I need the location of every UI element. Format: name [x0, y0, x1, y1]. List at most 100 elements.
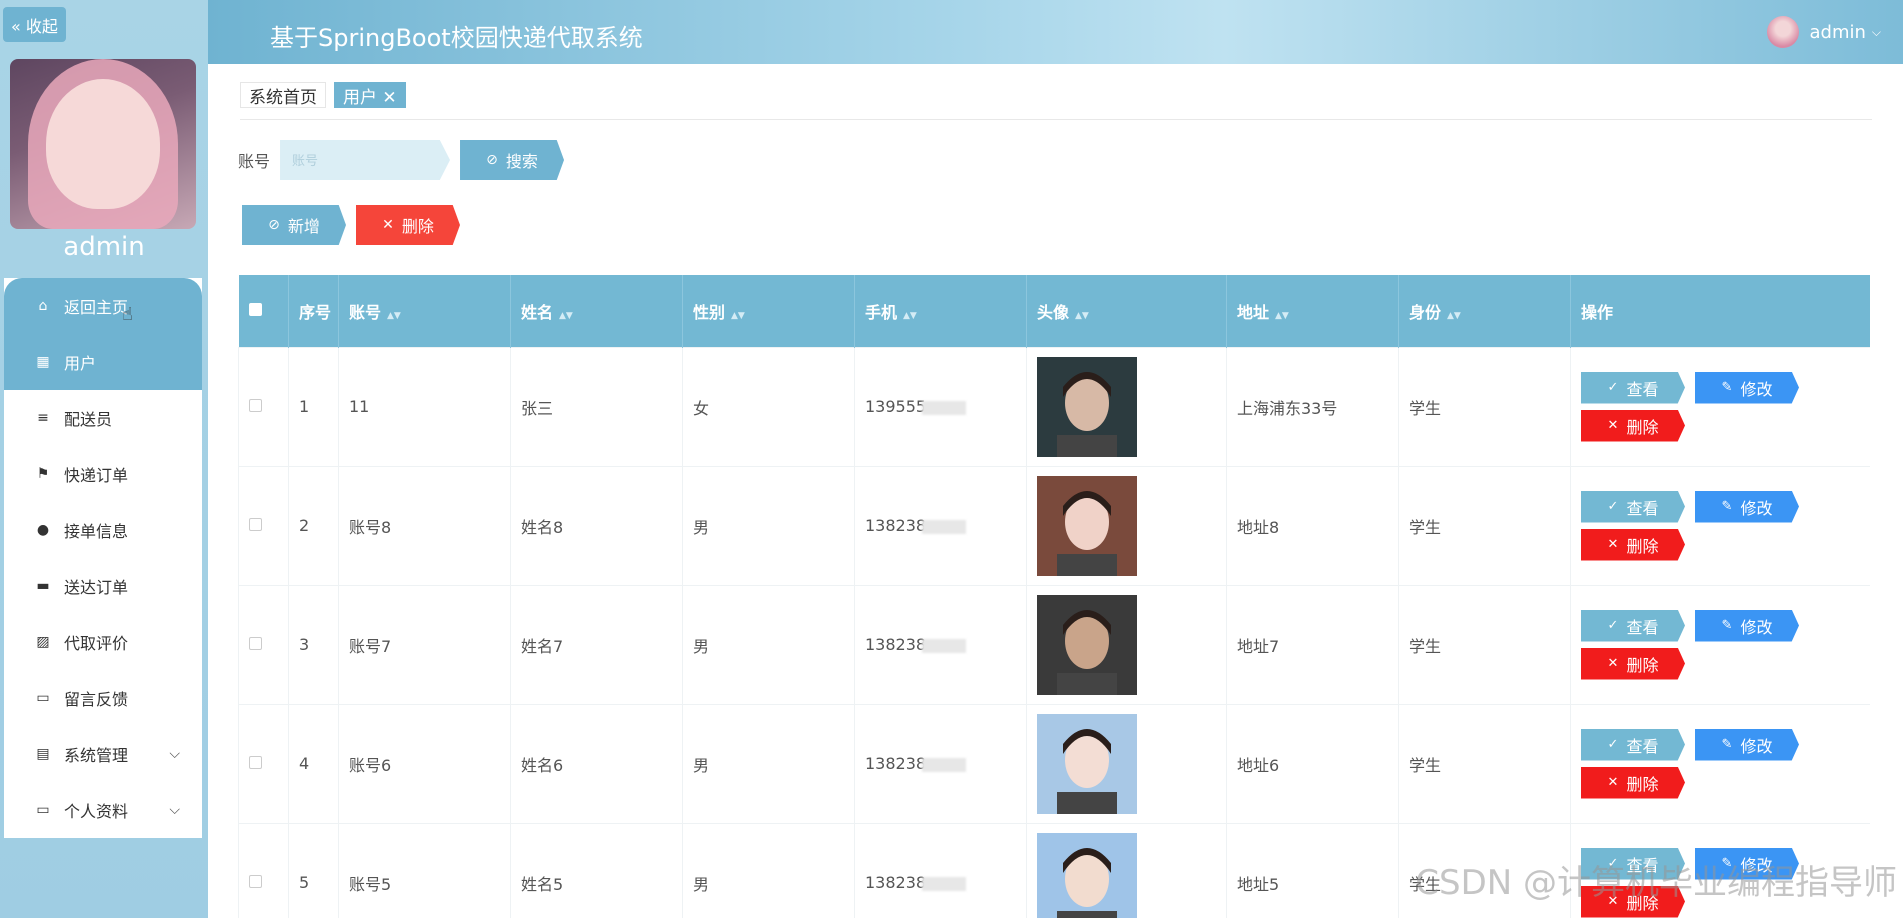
cell-account: 11	[338, 346, 511, 467]
cell-address: 地址7	[1226, 584, 1399, 705]
tab-home[interactable]: 系统首页	[240, 82, 326, 108]
chevron-down-icon: ⌵	[169, 802, 180, 818]
chevron-down-icon: ⌵	[1871, 24, 1881, 39]
cell-role: 学生	[1398, 465, 1571, 586]
sidebar: « 收起 admin ⌂ 返回主页 ▦ 用户 ≡ 配送员 ⚑ 快递订单 ● 接单…	[0, 0, 208, 918]
search-button[interactable]: ⊘ 搜索	[460, 140, 565, 180]
cell-avatar	[1026, 703, 1227, 824]
cell-index: 5	[288, 822, 339, 918]
clipboard-icon: ▤	[36, 746, 50, 762]
col-role[interactable]: 身份 ▲▼	[1398, 275, 1571, 347]
sidebar-item-label: 送达订单	[64, 578, 129, 597]
collapse-button[interactable]: « 收起	[3, 7, 66, 42]
avatar	[1767, 16, 1800, 48]
sidebar-item-couriers[interactable]: ≡ 配送员	[4, 390, 202, 446]
sidebar-item-label: 系统管理	[64, 746, 129, 765]
delete-button-label: 删除	[401, 217, 434, 236]
sidebar-item-reviews[interactable]: ▨ 代取评价	[4, 614, 202, 670]
sidebar-item-accepted-orders[interactable]: ● 接单信息	[4, 502, 202, 558]
sidebar-item-express-orders[interactable]: ⚑ 快递订单	[4, 446, 202, 502]
sidebar-item-users[interactable]: ▦ 用户	[4, 334, 202, 390]
row-delete-button[interactable]: ✕ 删除	[1581, 409, 1685, 442]
col-avatar[interactable]: 头像 ▲▼	[1026, 275, 1227, 347]
check-circle-icon: ⊘	[486, 152, 498, 168]
sort-icon[interactable]: ▲▼	[559, 311, 573, 321]
user-name: admin	[1809, 21, 1866, 43]
check-icon: ✓	[1607, 499, 1619, 514]
sort-icon[interactable]: ▲▼	[903, 311, 917, 321]
search-label: 账号	[238, 152, 271, 171]
view-button[interactable]: ✓ 查看	[1581, 609, 1685, 642]
row-checkbox[interactable]	[249, 756, 262, 769]
sort-icon[interactable]: ▲▼	[731, 311, 745, 321]
select-all-checkbox[interactable]	[248, 303, 262, 317]
cell-name: 张三	[510, 346, 683, 467]
row-select-cell	[238, 822, 289, 918]
row-checkbox[interactable]	[249, 518, 262, 531]
cell-name: 姓名6	[510, 703, 683, 824]
check-icon: ✓	[1607, 618, 1619, 633]
cell-name: 姓名5	[510, 822, 683, 918]
cell-role: 学生	[1398, 703, 1571, 824]
app-title: 基于SpringBoot校园快递代取系统	[270, 24, 643, 52]
cell-name: 姓名7	[510, 584, 683, 705]
cell-index: 1	[288, 346, 339, 467]
sidebar-item-profile[interactable]: ▭ 个人资料 ⌵	[4, 782, 202, 838]
close-icon: ✕	[1607, 418, 1619, 433]
col-account[interactable]: 账号 ▲▼	[338, 275, 511, 347]
cell-address: 地址8	[1226, 465, 1399, 586]
col-address[interactable]: 地址 ▲▼	[1226, 275, 1399, 347]
sort-icon[interactable]: ▲▼	[1447, 311, 1461, 321]
view-button[interactable]: ✓ 查看	[1581, 371, 1685, 404]
cell-gender: 男	[682, 465, 855, 586]
edit-button[interactable]: ✎ 修改	[1695, 371, 1799, 404]
flag-icon: ⚑	[36, 466, 50, 482]
close-icon: ✕	[1607, 775, 1619, 790]
search-input[interactable]	[280, 140, 451, 180]
add-button[interactable]: ⊘ 新增	[242, 205, 346, 245]
cell-name: 姓名8	[510, 465, 683, 586]
edit-button[interactable]: ✎ 修改	[1695, 490, 1799, 523]
view-button[interactable]: ✓ 查看	[1581, 490, 1685, 523]
chart-icon: ▨	[36, 634, 50, 650]
sidebar-item-home[interactable]: ⌂ 返回主页	[4, 278, 202, 334]
check-icon: ✓	[1607, 380, 1619, 395]
row-delete-button[interactable]: ✕ 删除	[1581, 766, 1685, 799]
chevron-down-icon: ⌵	[169, 746, 180, 762]
row-select-cell	[238, 584, 289, 705]
row-select-cell	[238, 465, 289, 586]
table-actions: ⊘ 新增 ✕ 删除	[242, 205, 460, 245]
cell-role: 学生	[1398, 346, 1571, 467]
col-name[interactable]: 姓名 ▲▼	[510, 275, 683, 347]
sidebar-item-delivered-orders[interactable]: ▬ 送达订单	[4, 558, 202, 614]
edit-button[interactable]: ✎ 修改	[1695, 728, 1799, 761]
row-checkbox[interactable]	[249, 399, 262, 412]
user-menu[interactable]: admin ⌵	[1767, 16, 1881, 48]
sidebar-item-system[interactable]: ▤ 系统管理 ⌵	[4, 726, 202, 782]
cell-account: 账号7	[338, 584, 511, 705]
row-delete-button[interactable]: ✕ 删除	[1581, 647, 1685, 680]
row-checkbox[interactable]	[249, 637, 262, 650]
view-button[interactable]: ✓ 查看	[1581, 728, 1685, 761]
edit-button[interactable]: ✎ 修改	[1695, 609, 1799, 642]
pencil-icon: ✎	[1721, 380, 1733, 395]
phone-blur	[922, 519, 967, 534]
sort-icon[interactable]: ▲▼	[1275, 311, 1289, 321]
col-phone[interactable]: 手机 ▲▼	[854, 275, 1027, 347]
row-checkbox[interactable]	[249, 875, 262, 888]
row-delete-button[interactable]: ✕ 删除	[1581, 528, 1685, 561]
cell-operations: ✓ 查看 ✎ 修改 ✕ 删除	[1570, 703, 1870, 824]
delete-button[interactable]: ✕ 删除	[356, 205, 460, 245]
cell-avatar	[1026, 346, 1227, 467]
cell-account: 账号8	[338, 465, 511, 586]
cell-phone: 138238	[854, 584, 1027, 705]
sidebar-item-label: 个人资料	[64, 802, 129, 821]
sort-icon[interactable]: ▲▼	[387, 311, 401, 321]
cell-avatar	[1026, 822, 1227, 918]
sidebar-item-feedback[interactable]: ▭ 留言反馈	[4, 670, 202, 726]
sort-icon[interactable]: ▲▼	[1075, 311, 1089, 321]
tab-users[interactable]: 用户 ✕	[334, 82, 406, 108]
table-row: 2 账号8 姓名8 男 138238 地址8 学生 ✓ 查看 ✎ 修改 ✕ 删除	[238, 465, 1870, 586]
card-icon: ▭	[36, 802, 50, 818]
col-gender[interactable]: 性别 ▲▼	[682, 275, 855, 347]
